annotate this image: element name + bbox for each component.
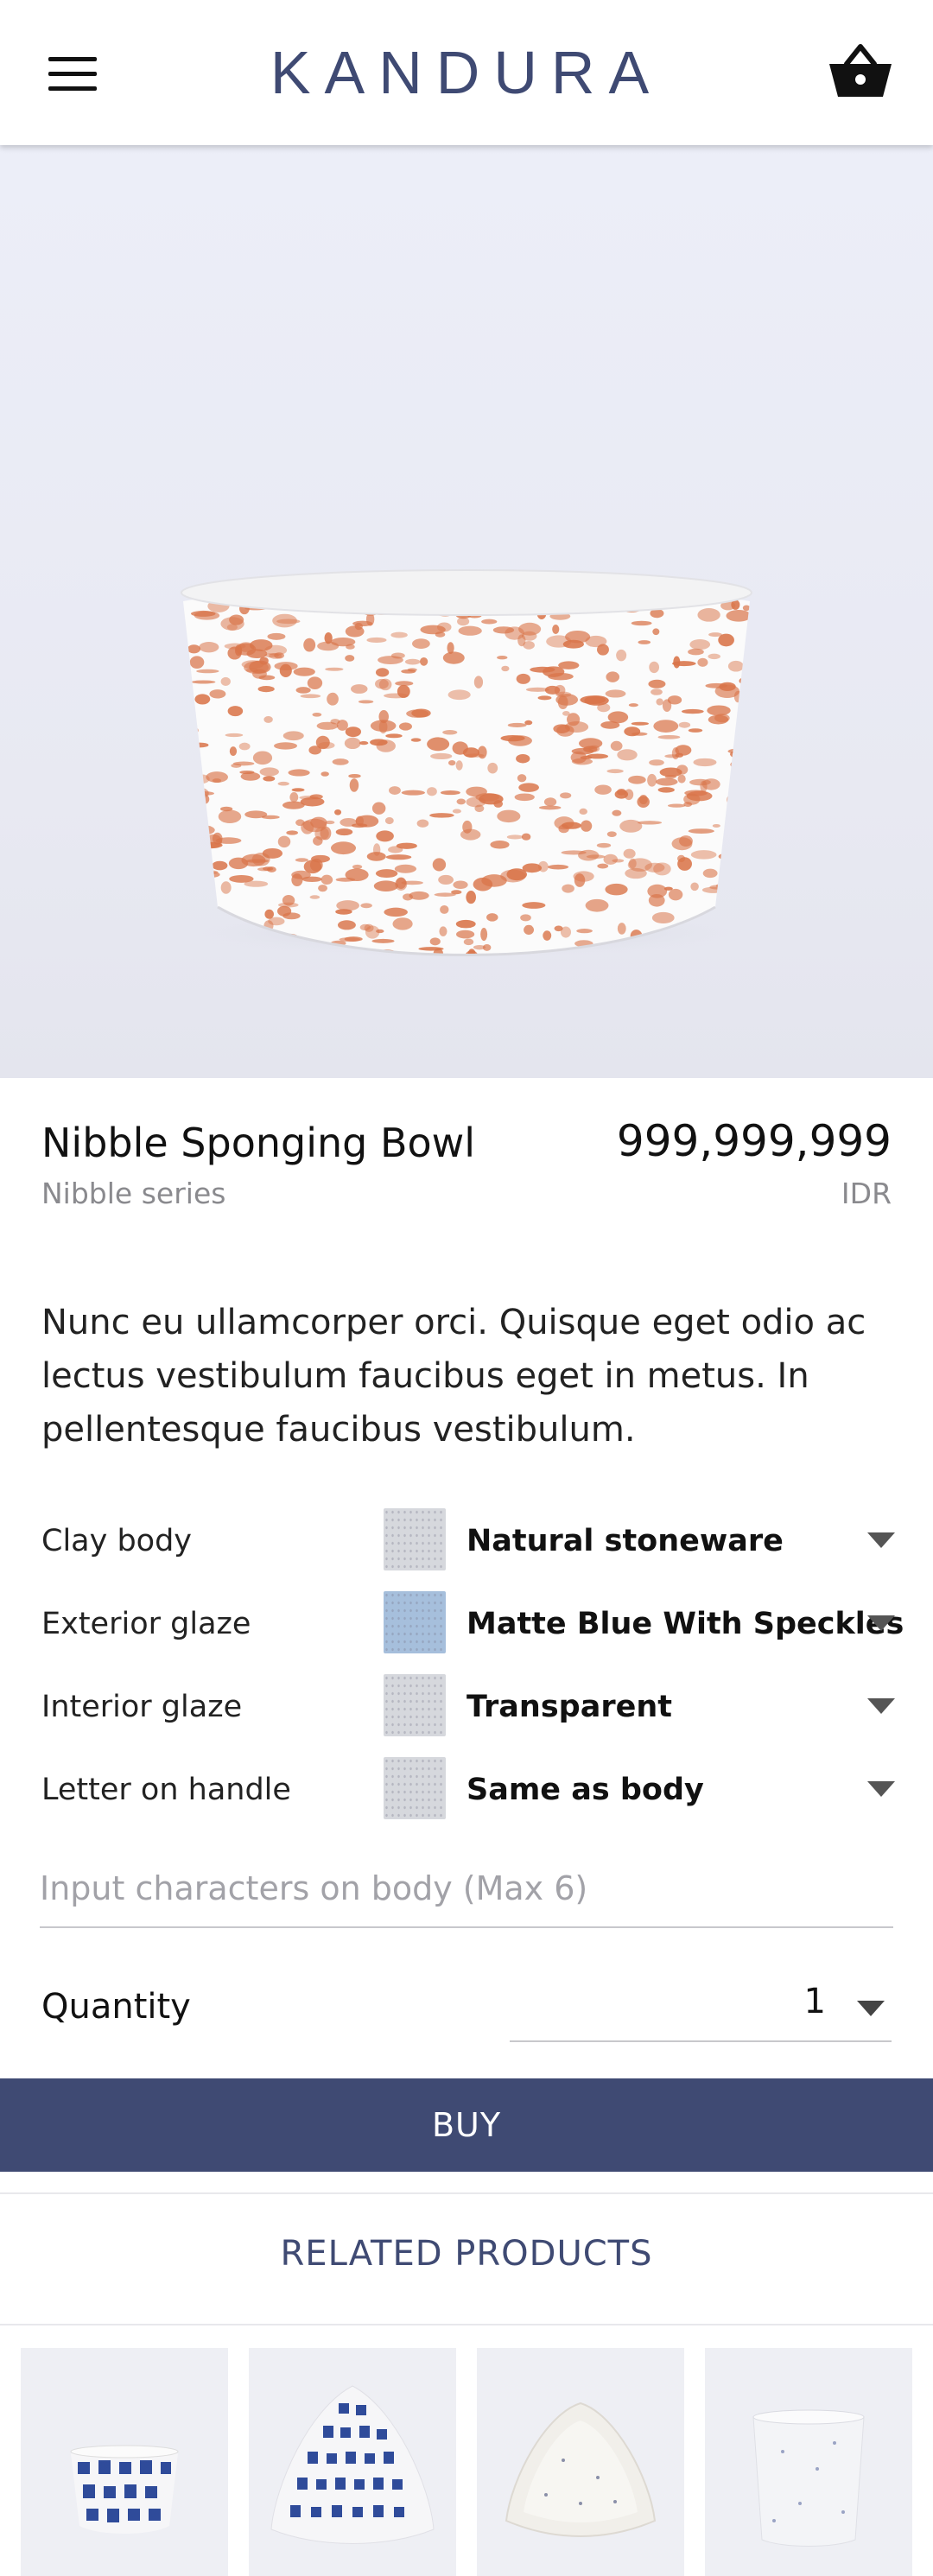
product-series: Nibble series — [41, 1177, 226, 1210]
quantity-select[interactable]: 1 — [510, 1968, 892, 2042]
related-product-thumbnail[interactable] — [249, 2348, 456, 2576]
option-value: Matte Blue With Speckles — [466, 1607, 904, 1641]
chevron-down-icon[interactable] — [857, 2001, 885, 2016]
color-swatch — [384, 1591, 446, 1653]
option-label: Interior glaze — [41, 1690, 243, 1724]
product-title: Nibble Sponging Bowl — [41, 1120, 476, 1166]
color-swatch — [384, 1674, 446, 1736]
option-label: Letter on handle — [41, 1773, 291, 1807]
related-product-thumbnail[interactable] — [477, 2348, 684, 2576]
option-clay-body[interactable]: Clay body Natural stoneware — [0, 1505, 933, 1574]
divider — [0, 2192, 933, 2194]
quantity-label: Quantity — [41, 1987, 191, 2027]
chevron-down-icon[interactable] — [867, 1698, 895, 1714]
option-label: Clay body — [41, 1524, 193, 1558]
chevron-down-icon[interactable] — [867, 1532, 895, 1548]
divider — [0, 2324, 933, 2325]
option-value: Natural stoneware — [466, 1524, 784, 1558]
buy-button[interactable]: BUY — [0, 2078, 933, 2172]
brand-logo[interactable]: KANDURA — [0, 31, 933, 114]
color-swatch — [384, 1508, 446, 1570]
bowl-illustration — [181, 569, 752, 957]
product-price: 999,999,999 — [616, 1116, 892, 1166]
related-products-title: RELATED PRODUCTS — [280, 2234, 653, 2274]
related-product-thumbnail[interactable] — [705, 2348, 912, 2576]
app-header: KANDURA — [0, 0, 933, 145]
price-currency: IDR — [841, 1177, 892, 1210]
related-product-thumbnail[interactable] — [21, 2348, 228, 2576]
color-swatch — [384, 1757, 446, 1819]
chevron-down-icon[interactable] — [867, 1615, 895, 1631]
option-value: Same as body — [466, 1773, 704, 1807]
option-value: Transparent — [466, 1690, 672, 1724]
quantity-value: 1 — [803, 1982, 826, 2021]
body-characters-input[interactable] — [40, 1859, 893, 1928]
product-image — [0, 145, 933, 1078]
chevron-down-icon[interactable] — [867, 1781, 895, 1797]
option-letter-on-handle[interactable]: Letter on handle Same as body — [0, 1754, 933, 1823]
option-label: Exterior glaze — [41, 1607, 251, 1641]
option-exterior-glaze[interactable]: Exterior glaze Matte Blue With Speckles — [0, 1588, 933, 1657]
related-products-list — [21, 2348, 919, 2576]
option-interior-glaze[interactable]: Interior glaze Transparent — [0, 1671, 933, 1740]
shopping-basket-icon[interactable] — [828, 43, 893, 100]
product-description: Nunc eu ullamcorper orci. Quisque eget o… — [41, 1303, 866, 1450]
